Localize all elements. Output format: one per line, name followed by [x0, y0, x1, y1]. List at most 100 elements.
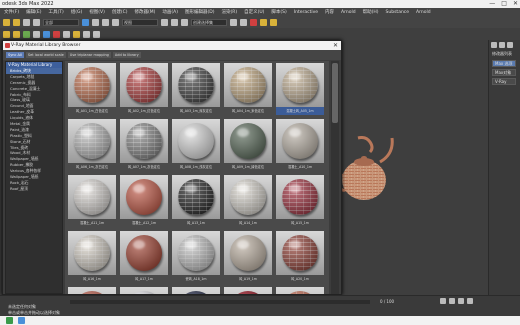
material-tile[interactable]: 瓷砖_A25_1m — [276, 287, 324, 294]
material-tile[interactable]: 混凝土_A12_1m — [120, 175, 168, 227]
vray-vfb-icon[interactable] — [93, 30, 100, 38]
unlink-icon[interactable] — [33, 19, 40, 26]
orbit-icon[interactable] — [458, 298, 464, 304]
menu-item[interactable]: 工具(T) — [48, 8, 63, 17]
menu-item[interactable]: 文件(F) — [4, 8, 19, 17]
material-tile[interactable]: 砖_A13_1m — [172, 175, 220, 227]
category-item[interactable]: Roof_屋顶 — [6, 186, 62, 192]
angle-snap-icon[interactable] — [181, 19, 188, 26]
material-preview-sphere — [126, 123, 162, 159]
browser-tab[interactable]: Set local world scale — [25, 52, 66, 58]
rotate-icon[interactable] — [102, 19, 109, 26]
teapot-object[interactable] — [336, 136, 396, 204]
vray-button[interactable]: V-Ray — [492, 78, 516, 85]
hierarchy-tab-icon[interactable] — [507, 42, 513, 48]
vray-sun-icon[interactable] — [73, 30, 80, 38]
material-tile[interactable]: 砖_A21_1m — [68, 287, 116, 294]
material-tile[interactable]: 混凝土_A10_1m — [276, 119, 324, 171]
menu-item[interactable]: 组(G) — [71, 8, 83, 17]
material-editor-icon[interactable] — [250, 19, 257, 26]
menu-item[interactable]: 创建(C) — [112, 8, 128, 17]
link-icon[interactable] — [23, 19, 30, 26]
material-tile[interactable]: 瓷砖_A23_1m — [172, 287, 220, 294]
vray-dome-icon[interactable] — [83, 30, 90, 38]
browser-close-button[interactable]: ✕ — [333, 41, 338, 50]
modify-tab-icon[interactable] — [499, 42, 505, 48]
zoom-icon[interactable] — [440, 298, 446, 304]
menu-item[interactable]: 帮助(H) — [363, 8, 379, 17]
pivot-icon[interactable] — [161, 19, 168, 26]
grid-scroll-thumb[interactable] — [332, 63, 338, 123]
mirror-icon[interactable] — [230, 19, 237, 26]
menu-item[interactable]: 图形编辑器(D) — [185, 8, 214, 17]
material-tile[interactable]: 砖_A07_1m_灰色定位 — [120, 119, 168, 171]
menu-item[interactable]: 内容 — [325, 8, 334, 17]
render-setup-icon[interactable] — [260, 19, 267, 26]
menu-item[interactable]: 编辑(E) — [26, 8, 41, 17]
material-tile[interactable]: 砖_A20_1m — [276, 231, 324, 283]
material-tile[interactable]: 砖_A09_1m_绿色定位 — [224, 119, 272, 171]
menu-item[interactable]: 渲染(R) — [221, 8, 237, 17]
material-tile[interactable]: 砖_A16_1m — [68, 231, 116, 283]
vray-plane-icon[interactable] — [43, 30, 50, 38]
menu-item[interactable]: Substance — [386, 8, 410, 17]
material-name: 砖_A14_1m — [239, 221, 257, 225]
max-taskbar-icon[interactable] — [18, 317, 25, 324]
vray-fur-icon[interactable] — [33, 30, 40, 38]
vray-sphere-icon[interactable] — [53, 30, 60, 38]
menu-item[interactable]: 修改器(M) — [134, 8, 155, 17]
pan-icon[interactable] — [449, 298, 455, 304]
material-tile[interactable]: 瓷砖_A22_1m — [120, 287, 168, 294]
reference-coord[interactable]: 视图 — [122, 19, 158, 26]
max-objects-button[interactable]: Max对象 — [492, 69, 516, 76]
material-preview-sphere — [74, 123, 110, 159]
move-icon[interactable] — [92, 19, 99, 26]
material-tile[interactable]: 瓷砖_A18_1m — [172, 231, 220, 283]
create-tab-icon[interactable] — [491, 42, 497, 48]
timeline-slider[interactable] — [70, 300, 370, 304]
select-icon[interactable] — [82, 19, 89, 26]
minimize-button[interactable]: — — [489, 0, 495, 8]
browser-tab[interactable]: Sync All — [6, 52, 24, 58]
material-tile[interactable]: 砖_A01_1m_白色定位 — [68, 63, 116, 115]
app-taskbar-icon[interactable] — [6, 317, 13, 324]
material-tile[interactable]: 混凝土_A11_1m — [68, 175, 116, 227]
max-options-button[interactable]: Max 选项 — [492, 60, 516, 67]
render-icon[interactable] — [270, 19, 277, 26]
vray-proxy-icon[interactable] — [23, 30, 30, 38]
undo-icon[interactable] — [3, 19, 10, 26]
material-tile[interactable]: 瓷砖_A24_1m — [224, 287, 272, 294]
menu-item[interactable]: 动画(A) — [162, 8, 178, 17]
material-tile[interactable]: 砖_A03_1m_深灰定位 — [172, 63, 220, 115]
material-tile[interactable]: 混凝土砖_A05_1m — [276, 63, 324, 115]
menu-item[interactable]: 脚本(S) — [271, 8, 286, 17]
snap-icon[interactable] — [171, 19, 178, 26]
maximize-button[interactable]: □ — [501, 0, 507, 8]
material-tile[interactable]: 砖_A15_1m — [276, 175, 324, 227]
menu-item[interactable]: 自定义(U) — [244, 8, 264, 17]
menu-item[interactable]: 视图(V) — [89, 8, 105, 17]
menu-item[interactable]: Arnold — [416, 8, 431, 17]
scale-icon[interactable] — [112, 19, 119, 26]
material-tile[interactable]: 砖_A02_1m_红色定位 — [120, 63, 168, 115]
material-tile[interactable]: 砖_A04_1m_米色定位 — [224, 63, 272, 115]
menu-item[interactable]: Arnold — [341, 8, 356, 17]
browser-tab[interactable]: Use triplanar mapping — [67, 52, 111, 58]
material-tile[interactable]: 砖_A08_1m_浅灰定位 — [172, 119, 220, 171]
align-icon[interactable] — [240, 19, 247, 26]
menu-item[interactable]: Interactive — [294, 8, 318, 17]
material-tile[interactable]: 砖_A19_1m — [224, 231, 272, 283]
material-tile[interactable]: 砖_A14_1m — [224, 175, 272, 227]
named-selection[interactable]: 创建选择集 — [191, 19, 227, 26]
browser-tab[interactable]: Add to library — [112, 52, 141, 58]
vray-icon[interactable] — [3, 30, 10, 38]
material-tile[interactable]: 砖_A17_1m — [120, 231, 168, 283]
material-tile[interactable]: 砖_A06_1m_灰白定位 — [68, 119, 116, 171]
vray-light-icon[interactable] — [13, 30, 20, 38]
close-button[interactable]: ✕ — [513, 0, 518, 8]
selection-filter[interactable]: 全部 — [43, 19, 79, 26]
vray-camera-icon[interactable] — [63, 30, 70, 38]
maximize-viewport-icon[interactable] — [467, 298, 473, 304]
specular-highlight — [237, 240, 249, 249]
redo-icon[interactable] — [13, 19, 20, 26]
